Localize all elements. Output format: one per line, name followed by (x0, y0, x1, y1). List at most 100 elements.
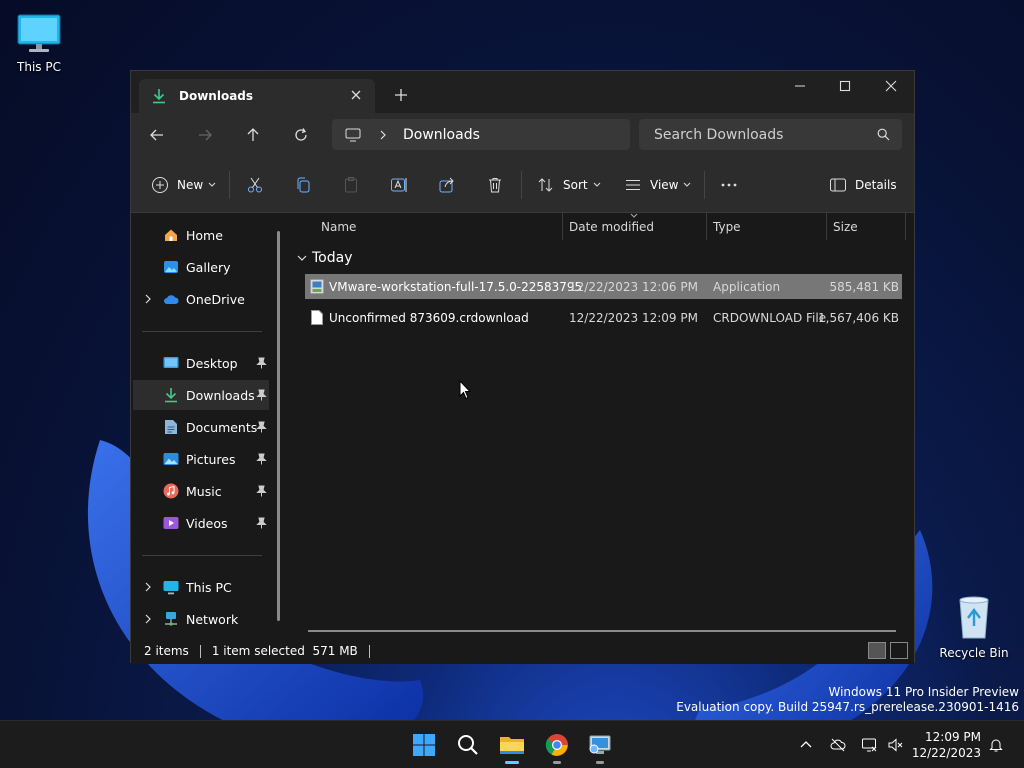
paste-button[interactable] (342, 175, 360, 195)
sort-button[interactable]: Sort (537, 175, 601, 195)
desktop-icon-this-pc[interactable]: This PC (1, 10, 77, 74)
file-row[interactable]: Unconfirmed 873609.crdownload 12/22/2023… (305, 305, 902, 330)
network-icon[interactable] (861, 737, 877, 753)
close-window-button[interactable] (880, 77, 902, 95)
cut-button[interactable] (246, 175, 264, 195)
taskbar-clock[interactable]: 12:09 PM 12/22/2023 (912, 729, 981, 761)
column-divider[interactable] (562, 213, 563, 240)
minimize-button[interactable] (789, 77, 811, 95)
file-list: Name Date modified Type Size Today VMwar… (291, 213, 916, 638)
gallery-icon (163, 259, 179, 275)
pin-icon[interactable] (256, 421, 267, 433)
more-options-button[interactable] (720, 175, 738, 195)
title-bar[interactable]: Downloads (131, 71, 914, 113)
back-arrow-icon[interactable] (149, 127, 165, 143)
column-header-name[interactable]: Name (321, 213, 356, 240)
nav-item-videos[interactable]: Videos (133, 508, 269, 538)
nav-item-music[interactable]: Music (133, 476, 269, 506)
share-button[interactable] (438, 175, 456, 195)
more-icon (721, 183, 737, 187)
chevron-right-icon[interactable] (144, 582, 152, 592)
group-label: Today (312, 250, 353, 266)
column-divider[interactable] (905, 213, 906, 240)
scissors-icon (248, 177, 262, 193)
new-button[interactable]: New (151, 175, 216, 195)
pin-icon[interactable] (256, 517, 267, 529)
address-field[interactable]: Downloads (332, 119, 630, 150)
address-bar: Downloads Search Downloads (131, 113, 914, 157)
video-icon (163, 515, 179, 531)
file-date: 12/22/2023 12:06 PM (569, 280, 698, 294)
pin-icon[interactable] (256, 485, 267, 497)
navigation-scrollbar[interactable] (277, 231, 280, 621)
tab-downloads[interactable]: Downloads (139, 79, 375, 113)
chevron-right-icon[interactable] (379, 130, 387, 140)
rename-button[interactable] (390, 175, 408, 195)
start-button[interactable] (410, 731, 438, 759)
refresh-icon[interactable] (293, 127, 309, 143)
pin-icon[interactable] (256, 389, 267, 401)
nav-item-gallery[interactable]: Gallery (133, 252, 269, 282)
nav-item-label: Network (186, 611, 239, 627)
column-divider[interactable] (826, 213, 827, 240)
chevron-right-icon[interactable] (144, 294, 152, 304)
nav-item-desktop[interactable]: Desktop (133, 348, 269, 378)
watermark-line: Evaluation copy. Build 25947.rs_prerelea… (676, 700, 1019, 714)
nav-item-downloads[interactable]: Downloads (133, 380, 269, 410)
taskbar-chrome[interactable] (543, 731, 571, 764)
maximize-icon (839, 80, 851, 92)
search-input[interactable]: Search Downloads (639, 119, 902, 150)
monitor-icon (345, 128, 361, 141)
group-header-today[interactable]: Today (297, 247, 353, 269)
nav-item-network[interactable]: Network (133, 604, 269, 634)
rename-icon (391, 178, 407, 192)
nav-item-this-pc[interactable]: This PC (133, 572, 269, 602)
notification-bell-icon[interactable] (988, 737, 1004, 753)
forward-arrow-icon[interactable] (197, 127, 213, 143)
plus-icon[interactable] (393, 87, 409, 103)
chevron-right-icon[interactable] (144, 614, 152, 624)
file-row[interactable]: VMware-workstation-full-17.5.0-22583795 … (305, 274, 902, 299)
view-button[interactable]: View (624, 175, 691, 195)
details-pane-button[interactable]: Details (829, 175, 897, 195)
windows-watermark: Windows 11 Pro Insider Preview Evaluatio… (676, 685, 1019, 715)
taskbar-app-installer[interactable] (586, 731, 614, 764)
recycle-bin-icon (959, 596, 989, 639)
pin-icon[interactable] (256, 453, 267, 465)
horizontal-scrollbar[interactable] (308, 630, 896, 632)
column-header-date-modified[interactable]: Date modified (569, 213, 654, 240)
nav-item-documents[interactable]: Documents (133, 412, 269, 442)
pin-icon[interactable] (256, 357, 267, 369)
folder-icon (500, 737, 524, 754)
nav-item-home[interactable]: Home (133, 220, 269, 250)
tab-title: Downloads (179, 89, 254, 103)
chrome-icon (545, 734, 568, 756)
delete-button[interactable] (486, 175, 504, 195)
column-header-type[interactable]: Type (713, 213, 741, 240)
nav-item-onedrive[interactable]: OneDrive (133, 284, 269, 314)
taskbar-search-button[interactable] (454, 731, 482, 759)
desktop-icon-recycle-bin[interactable]: Recycle Bin (936, 596, 1012, 660)
nav-item-label: Music (186, 483, 222, 499)
search-placeholder: Search Downloads (654, 126, 784, 143)
large-icons-view-button[interactable] (890, 642, 908, 659)
onedrive-offline-icon[interactable] (830, 737, 846, 753)
nav-item-label: Desktop (186, 355, 238, 371)
share-icon (439, 177, 454, 193)
maximize-button[interactable] (834, 77, 856, 95)
new-label: New (177, 178, 204, 192)
close-icon[interactable] (349, 88, 363, 102)
volume-muted-icon[interactable] (887, 737, 903, 753)
copy-button[interactable] (294, 175, 312, 195)
nav-item-pictures[interactable]: Pictures (133, 444, 269, 474)
chevron-down-icon (593, 182, 600, 187)
close-icon (885, 80, 897, 92)
breadcrumb-downloads[interactable]: Downloads (403, 127, 480, 143)
toolbar-divider (521, 171, 522, 199)
column-header-size[interactable]: Size (833, 213, 858, 240)
column-divider[interactable] (706, 213, 707, 240)
details-view-button[interactable] (868, 642, 886, 659)
up-arrow-icon[interactable] (245, 127, 261, 143)
taskbar-file-explorer[interactable] (498, 731, 526, 764)
chevron-up-icon[interactable] (798, 737, 814, 753)
